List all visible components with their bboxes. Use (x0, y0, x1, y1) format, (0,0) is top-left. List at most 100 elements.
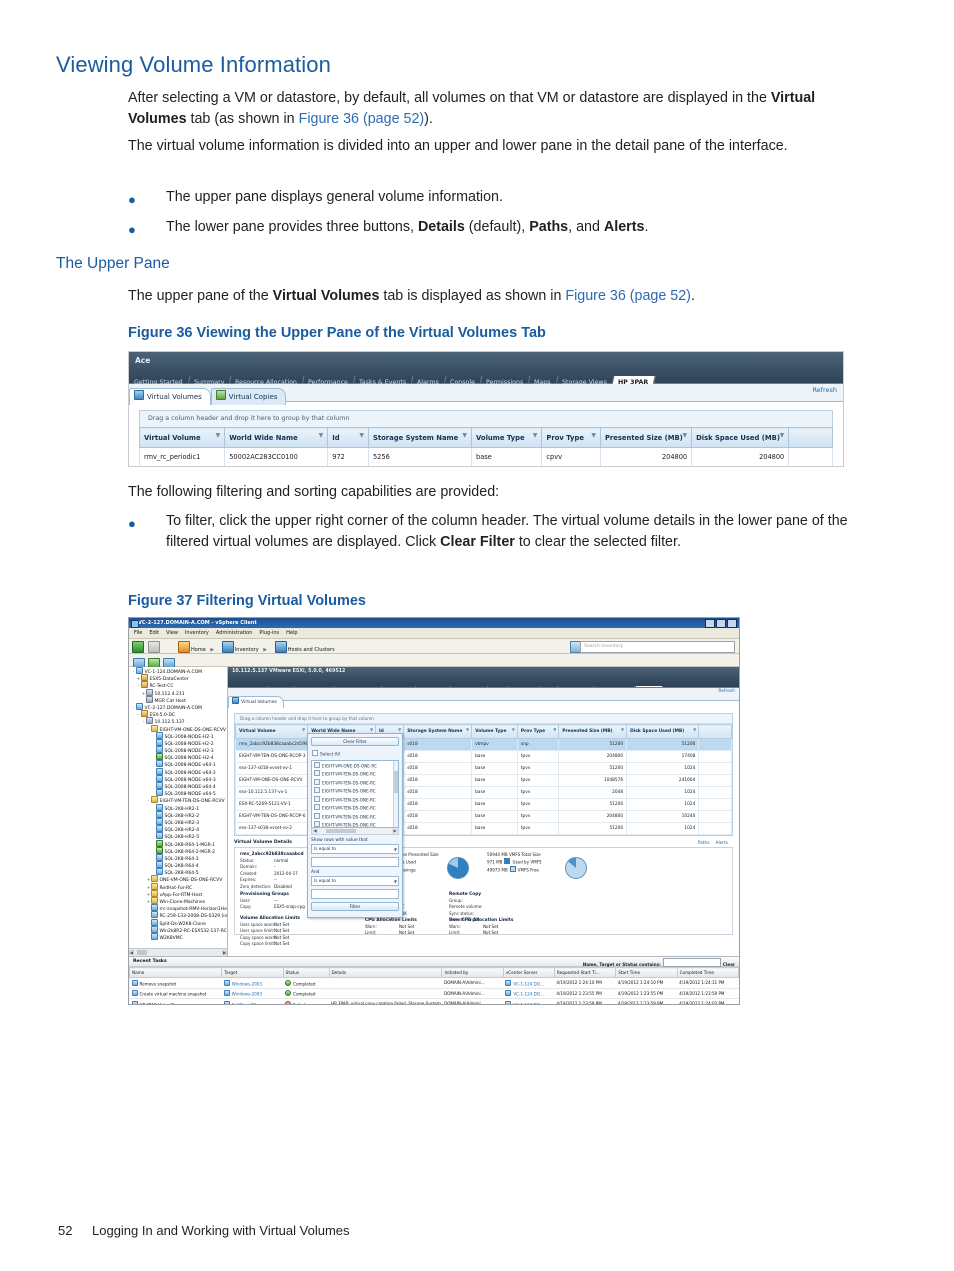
f37-col-storage-system-name[interactable]: Storage System Name ▼ (403, 724, 473, 739)
tree-node[interactable]: SQL-2K8-R64-5 (129, 868, 227, 876)
f37-col-presented-size[interactable]: Presented Size (MB) ▼ (558, 724, 628, 739)
recent-tasks-col-status[interactable]: Status (282, 967, 330, 978)
inventory-tree[interactable]: - VC-1-124.DOMAIN-A.COM + ESX5-DataCenter - R… (129, 667, 228, 956)
filter-icon[interactable]: ▼ (359, 432, 364, 439)
f36-col-disk-space-used[interactable]: Disk Space Used (MB) ▼ (691, 427, 790, 448)
target-link[interactable]: Full-Type-DS (232, 1002, 257, 1004)
tree-node[interactable]: Split-Ds-W2K8-Clone (129, 918, 227, 927)
filter-list-scrollbar[interactable] (393, 760, 398, 827)
inventory-icon[interactable] (221, 641, 234, 653)
scroll-thumb[interactable] (394, 770, 398, 793)
tree-node[interactable]: SQL-2008-NODE-H2-3 (129, 746, 227, 754)
f36-col-prov-type[interactable]: Prov Type ▼ (541, 427, 601, 448)
filter-value-list[interactable]: EIGHT-VM-ONE-DS-ONE-RC EIGHT-VM-TEN-DS-ON… (311, 759, 399, 828)
scroll-right-icon[interactable]: ▶ (222, 950, 227, 955)
menu-plugins[interactable]: Plug-ins (259, 630, 279, 636)
breadcrumb-inventory[interactable]: Inventory (235, 647, 259, 653)
tree-node[interactable]: - RC-Test-CC (129, 681, 227, 689)
f36-subtab-virtual-copies[interactable]: Virtual Copies (210, 388, 287, 405)
paths-link[interactable]: Paths (698, 841, 710, 846)
f36-col-storage-system-name[interactable]: Storage System Name ▼ (367, 427, 473, 448)
tree-node[interactable]: - EIGHT-VM-ONE-DS-ONE-RCVV (129, 724, 227, 733)
filter-icon[interactable]: ▼ (398, 727, 401, 732)
filter-icon[interactable]: ▼ (462, 432, 467, 439)
filter-list-item[interactable]: EIGHT-VM-TEN-DS-ONE-RC (312, 812, 398, 821)
tree-node[interactable]: - ESX-5.0-DC (129, 710, 227, 718)
maximize-icon[interactable] (716, 619, 726, 628)
tree-node[interactable]: -10.112.5.137 (129, 717, 227, 725)
scroll-left-icon[interactable]: ◀ (129, 950, 134, 955)
tree-node[interactable]: SQL-2K8-HR2-4 (129, 825, 227, 833)
checkbox-icon[interactable] (314, 795, 320, 802)
filter-button[interactable]: Filter (311, 901, 399, 911)
tree-node[interactable]: SQL-2008-NODE-H2-2 (129, 738, 227, 747)
tree-node[interactable]: +10.112.4.211 (129, 688, 227, 697)
checkbox-icon[interactable] (314, 770, 320, 776)
recent-tasks-filter[interactable]: Name, Target or Status contains: Clear (583, 958, 735, 969)
tree-node[interactable]: + Win-Clone-Machines (129, 897, 227, 905)
recent-tasks-col-target[interactable]: Target (221, 967, 284, 978)
recent-tasks-col-name[interactable]: Name (129, 967, 223, 978)
filter-icon[interactable]: ▼ (682, 432, 687, 439)
tree-node[interactable]: SQL-2K8-R64-4 (129, 861, 227, 869)
f37-refresh-link[interactable]: Refresh (718, 689, 735, 694)
filter-icon[interactable]: ▼ (780, 432, 785, 439)
tree-node[interactable]: SQL-2K8-HR2-5 (129, 832, 227, 840)
recent-tasks-clear[interactable]: Clear (723, 962, 735, 967)
select-all-checkbox[interactable]: Select All (311, 749, 399, 760)
checkbox-icon[interactable] (314, 778, 320, 785)
tree-node[interactable]: SQL-2K8-HR2-3 (129, 817, 227, 826)
f37-menu-bar[interactable]: File Edit View Inventory Administration Plug-… (129, 628, 739, 639)
scroll-left-icon[interactable]: ◀ (312, 827, 318, 834)
home-icon[interactable] (178, 641, 190, 653)
breadcrumb-hosts-clusters[interactable]: Hosts and Clusters (288, 647, 335, 653)
tree-node[interactable]: - VC-2-127.DOMAIN-A.COM (129, 702, 227, 711)
recent-tasks-col-completed-time[interactable]: Completed Time (676, 967, 739, 978)
tree-node[interactable]: SQL-2008-NODE-x64-5 (129, 789, 227, 797)
f37-col-virtual-volume[interactable]: Virtual Volume ▼ (234, 724, 309, 739)
filter-value-2-input[interactable] (311, 888, 399, 899)
tree-node[interactable]: SQL-2008-NODE-x64-3 (129, 774, 227, 783)
figure-36-crossref-2[interactable]: Figure 36 (page 52) (565, 288, 691, 304)
menu-edit[interactable]: Edit (149, 630, 159, 636)
tree-node[interactable]: SQL-2008-NODE-x64-2 (129, 767, 227, 776)
back-icon[interactable] (132, 641, 144, 653)
table-row[interactable]: Create virtual machine snapshot Windows-2… (129, 988, 739, 999)
tree-node[interactable]: SQL-2008-NODE-x64-4 (129, 782, 227, 790)
tree-node[interactable]: SQL-2008-NODE-H2-4 (129, 753, 227, 761)
f36-subtab-virtual-volumes[interactable]: Virtual Volumes (129, 388, 211, 405)
recent-tasks-col-details[interactable]: Details (328, 967, 443, 978)
f36-tab-bar[interactable]: Getting Started Summary Resource Allocatio… (129, 369, 843, 390)
recent-tasks-filter-input[interactable] (662, 958, 721, 967)
f36-group-hint[interactable]: Drag a column header and drop it here to… (139, 410, 833, 427)
filter-icon[interactable]: ▼ (370, 727, 373, 732)
f36-col-world-wide-name[interactable]: World Wide Name ▼ (224, 427, 329, 448)
f37-detail-subtab-bar[interactable]: Virtual Volumes Refresh (228, 688, 739, 708)
filter-list-item[interactable]: EIGHT-VM-TEN-DS-ONE-RC (312, 786, 398, 795)
tree-node[interactable]: SQL-2K8-HR2-1 (129, 803, 227, 812)
menu-file[interactable]: File (134, 630, 142, 636)
chevron-down-icon[interactable]: ▼ (394, 878, 397, 886)
minimize-icon[interactable] (705, 619, 715, 628)
server-link[interactable]: VC-1-124.DO... (513, 981, 543, 986)
tree-node[interactable]: RC-259-133-2008-DS-0329 (ina) (129, 911, 227, 919)
tree-node[interactable]: + RedHat-For-RC (129, 882, 227, 891)
recent-tasks-col-vcenter-server[interactable]: vCenter Server (502, 967, 555, 978)
tree-node[interactable]: SQL-2008-NODE-x64-1 (129, 760, 227, 768)
window-controls[interactable] (704, 619, 737, 632)
table-row[interactable]: Remove snapshot Windows-2003 Completed DOMA… (129, 977, 739, 989)
alerts-link[interactable]: Alerts (716, 841, 728, 846)
close-icon[interactable] (727, 619, 737, 628)
scroll-right-icon[interactable]: ▶ (392, 827, 398, 834)
tree-node[interactable]: MGR Cat Host (129, 695, 227, 704)
filter-operator-1-select[interactable]: Is equal to ▼ (311, 843, 399, 854)
tree-node[interactable]: SQL-2K8-HR2-2 (129, 810, 227, 819)
filter-icon[interactable]: ▼ (621, 727, 624, 732)
tree-node[interactable]: + vApp-For-RTM-Host (129, 889, 227, 898)
search-input[interactable]: Search Inventory (580, 641, 735, 653)
column-filter-popup[interactable]: Clear Filter Select All EIGHT-VM-ONE-DS-… (307, 733, 403, 918)
hosts-clusters-icon[interactable] (274, 641, 287, 653)
filter-value-1-input[interactable] (311, 856, 399, 867)
filter-icon[interactable]: ▼ (302, 727, 305, 732)
table-row[interactable]: rmv_rc_periodic1 50002AC283CC0100 972 52… (138, 447, 833, 466)
